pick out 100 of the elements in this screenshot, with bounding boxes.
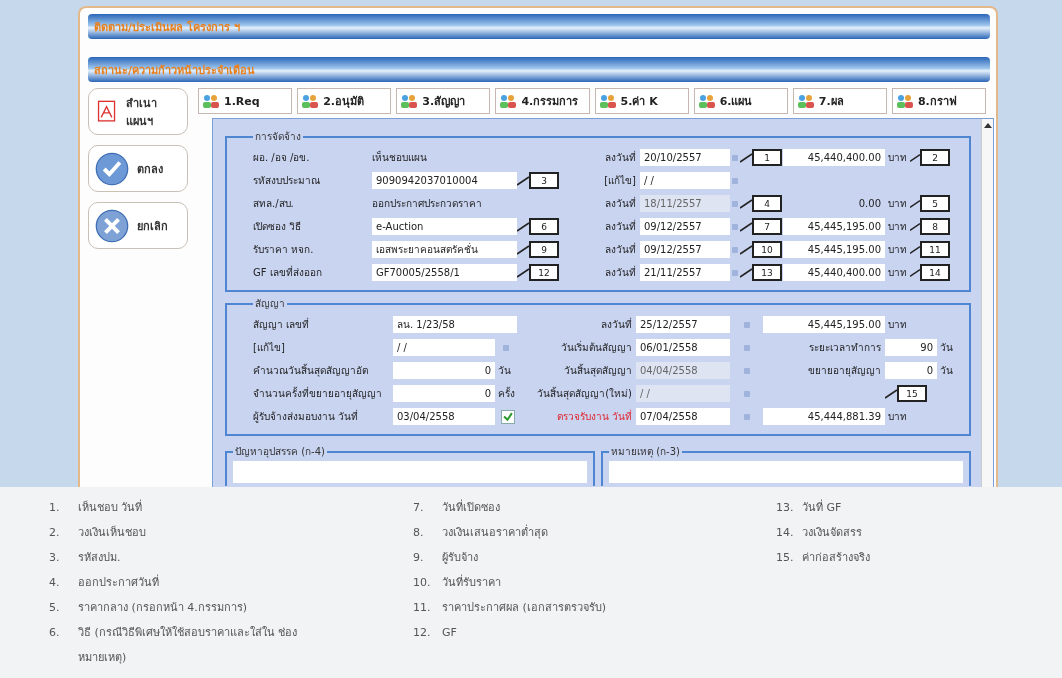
calendar-icon[interactable] — [732, 154, 738, 161]
input-value: ออกประกาศประกวดราคา — [372, 197, 483, 211]
unit-label: บาท — [887, 318, 909, 332]
input-field[interactable]: 9090942037010004 — [372, 172, 517, 189]
calendar-icon[interactable] — [732, 177, 738, 184]
number-field[interactable]: 0 — [393, 385, 495, 402]
input-field[interactable]: ลน. 1/23/58 — [393, 316, 517, 333]
calendar-icon[interactable] — [503, 344, 509, 351]
calendar-icon[interactable] — [732, 200, 738, 207]
checkbox[interactable] — [501, 409, 515, 424]
amount-field[interactable]: 45,444,881.39 — [763, 408, 885, 425]
list-number: 3. — [49, 550, 61, 566]
title-bar: ติดตาม/ประเมินผล โครงการ ฯ — [88, 14, 990, 39]
tab[interactable]: 5.ค่า K — [594, 88, 689, 114]
field-label: ขยายอายุสัญญา — [808, 364, 882, 378]
field-label: สัญญา เลขที่ — [253, 317, 311, 332]
callout-number: 15 — [897, 385, 927, 402]
tab[interactable]: 8.กราฟ — [891, 88, 986, 114]
list-number: 10. — [413, 575, 432, 591]
list-number: 2. — [49, 525, 61, 541]
text-area[interactable] — [609, 461, 963, 483]
list-number: 5. — [49, 600, 61, 616]
people-icon — [301, 93, 320, 109]
date-field[interactable]: / / — [393, 339, 495, 356]
list-number: 8. — [413, 525, 425, 541]
list-text: รหัสงปม. — [78, 550, 122, 566]
field-label: รับราคา หจก. — [253, 243, 315, 257]
list-text: วันที่รับราคา — [442, 573, 502, 591]
leader-line — [910, 198, 920, 209]
calendar-icon[interactable] — [743, 344, 750, 351]
amount-field[interactable]: 45,440,400.00 — [783, 149, 885, 166]
calendar-icon[interactable] — [732, 223, 738, 230]
list-number: 6. — [49, 625, 61, 641]
callout-number: 8 — [920, 218, 950, 235]
tab[interactable]: 2.อนุมัติ — [297, 88, 392, 114]
amount-field[interactable]: 45,445,195.00 — [763, 316, 885, 333]
callout-number: 12 — [529, 264, 559, 281]
scroll-up-icon[interactable] — [983, 123, 992, 128]
field-label: [แก้ไข] — [253, 341, 286, 355]
calendar-icon[interactable] — [743, 390, 750, 397]
amount-field[interactable]: 45,440,400.00 — [783, 264, 885, 281]
date-field[interactable]: 20/10/2557 — [640, 149, 730, 166]
text-area[interactable] — [233, 461, 587, 483]
date-field[interactable]: 03/04/2558 — [393, 408, 495, 425]
leader-line — [517, 175, 529, 186]
field-label: ผอ. /อจ /อข. — [253, 151, 311, 165]
number-field[interactable]: 90 — [885, 339, 937, 356]
number-field[interactable]: 0 — [393, 362, 495, 379]
tab[interactable]: 3.สัญญา — [396, 88, 491, 114]
input-field[interactable]: เอสพระยาคอนสตรัคชั่น — [372, 241, 517, 258]
people-icon — [202, 93, 220, 109]
date-field[interactable]: 09/12/2557 — [640, 241, 730, 258]
unit-label: บาท — [887, 266, 909, 280]
date-field[interactable]: / / — [640, 172, 730, 189]
tab[interactable]: 4.กรรมการ — [495, 88, 590, 114]
input-field[interactable]: e-Auction — [372, 218, 517, 235]
input-field[interactable]: GF70005/2558/1 — [372, 264, 517, 281]
date-field[interactable]: 25/12/2557 — [636, 316, 730, 333]
field-label: วันเริ่มต้นสัญญา — [561, 340, 633, 355]
list-number: 1. — [49, 500, 61, 516]
date-field[interactable]: 07/04/2558 — [636, 408, 730, 425]
list-text: ค่าก่อสร้างจริง — [802, 550, 871, 566]
unit-label: บาท — [887, 243, 909, 257]
leader-line — [517, 267, 529, 278]
field-label: คำนวณวันสิ้นสุดสัญญาอัต — [253, 363, 369, 378]
people-icon — [499, 93, 518, 109]
leader-line — [910, 152, 920, 163]
date-field[interactable]: 21/11/2557 — [640, 264, 730, 281]
number-field[interactable]: 0 — [885, 362, 937, 379]
leader-line — [910, 244, 920, 255]
field-label: ลงวันที่ — [605, 196, 637, 211]
list-text: GF — [442, 625, 458, 641]
calendar-icon[interactable] — [732, 269, 738, 276]
side-button[interactable]: ยกเลิก — [88, 202, 188, 249]
amount-field[interactable]: 45,445,195.00 — [783, 241, 885, 258]
tab[interactable]: 6.แผน — [693, 88, 788, 114]
date-field[interactable]: 09/12/2557 — [640, 218, 730, 235]
field-label: ระยะเวลาทำการ — [809, 341, 882, 355]
unit-label: วัน — [497, 364, 513, 378]
list-number: 13. — [776, 500, 795, 516]
side-button[interactable]: ตกลง — [88, 145, 188, 192]
calendar-icon[interactable] — [743, 413, 750, 420]
calendar-icon[interactable] — [743, 321, 750, 328]
people-icon — [598, 93, 617, 109]
list-text: วงเงินเห็นชอบ — [78, 524, 147, 541]
amount-field[interactable]: 45,445,195.00 — [783, 218, 885, 235]
list-text: วันที่ GF — [802, 498, 843, 516]
date-field[interactable]: 06/01/2558 — [636, 339, 730, 356]
tab[interactable]: 1.Req — [198, 88, 293, 114]
input-value: เห็นชอบแผน — [372, 150, 428, 165]
list-text: วันที่เปิดซอง — [442, 498, 501, 516]
callout-number: 4 — [752, 195, 782, 212]
unit-label: วัน — [939, 364, 955, 378]
unit-label: บาท — [887, 410, 909, 424]
leader-line — [517, 221, 529, 232]
side-button[interactable]: สำเนา แผนฯ — [88, 88, 188, 135]
tab[interactable]: 7.ผล — [792, 88, 887, 114]
list-text: วงเงินเสนอราคาต่ำสุด — [442, 523, 549, 541]
calendar-icon[interactable] — [732, 246, 738, 253]
calendar-icon[interactable] — [743, 367, 750, 374]
